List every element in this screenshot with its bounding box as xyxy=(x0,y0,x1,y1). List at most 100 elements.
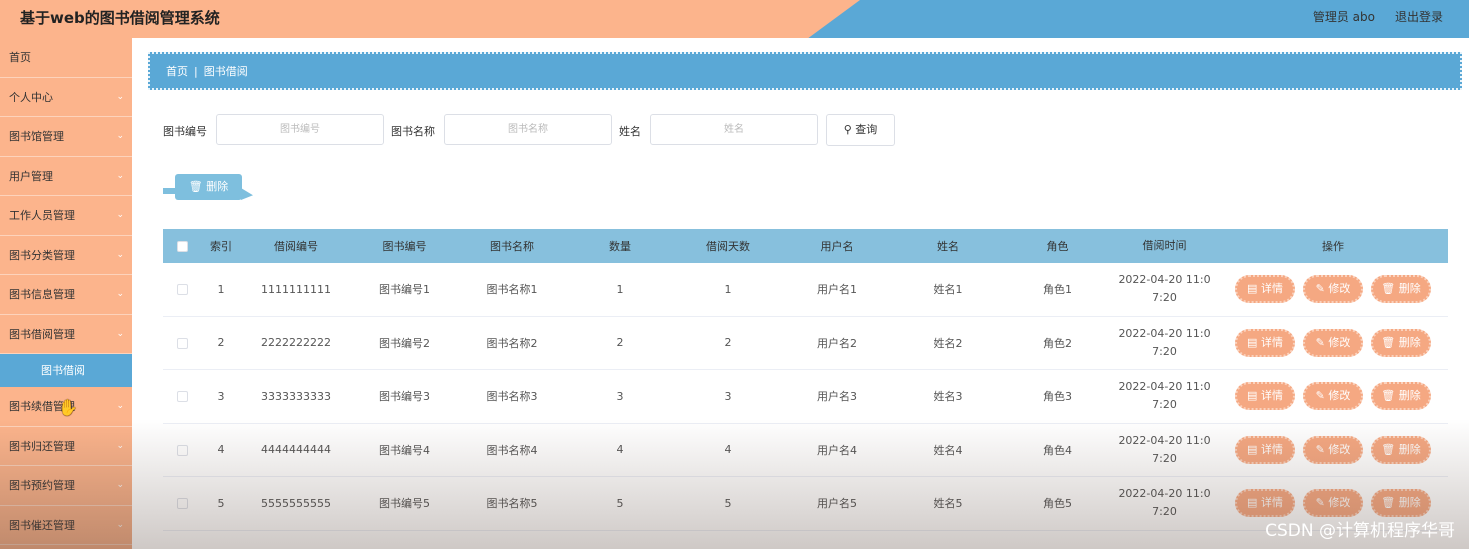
detail-button[interactable]: ▤ 详情 xyxy=(1235,435,1295,464)
row-checkbox[interactable] xyxy=(176,444,188,456)
select-all-checkbox[interactable] xyxy=(176,241,188,252)
breadcrumb-separator: | xyxy=(194,65,198,78)
chevron-down-icon: ⌄ xyxy=(116,480,124,490)
cell-name: 姓名2 xyxy=(933,336,963,350)
cell-book-name: 图书名称5 xyxy=(486,497,538,511)
sidebar-item-label: 图书催还管理 xyxy=(9,518,75,532)
borrow-time-line: 2022-04-20 11:0 xyxy=(1118,326,1211,340)
cell-role: 角色2 xyxy=(1043,336,1072,350)
detail-button[interactable]: ▤ 详情 xyxy=(1235,275,1295,304)
delete-button[interactable]: 🗑 删除 xyxy=(1371,382,1431,411)
row-checkbox[interactable] xyxy=(176,391,188,403)
sidebar-item-label: 首页 xyxy=(9,51,31,64)
query-button[interactable]: ⚲ 查询 xyxy=(826,114,895,146)
cell-role: 角色4 xyxy=(1043,443,1072,457)
cell-quantity: 5 xyxy=(616,496,624,510)
cell-name: 姓名5 xyxy=(933,497,963,511)
borrow-table: 索引 借阅编号 图书编号 图书名称 数量 借阅天数 用户名 姓名 角色 借阅时间… xyxy=(163,229,1448,531)
column-header: 用户名 xyxy=(820,240,854,253)
chevron-down-icon: ⌄ xyxy=(116,131,124,141)
delete-button[interactable]: 🗑 删除 xyxy=(1371,435,1431,464)
sidebar-item-book-info-management[interactable]: 图书信息管理 ⌄ xyxy=(0,275,132,315)
table-row: 4 4444444444 图书编号4 图书名称4 4 4 用户名4 姓名4 角色4 2022-04… xyxy=(163,424,1448,477)
sidebar-item-label: 图书归还管理 xyxy=(9,439,75,453)
detail-button[interactable]: ▤ 详情 xyxy=(1235,328,1295,357)
trash-icon: 🗑 xyxy=(1381,335,1396,349)
detail-button-label: 详情 xyxy=(1260,389,1283,403)
delete-button[interactable]: 🗑 删除 xyxy=(1371,275,1431,304)
detail-button[interactable]: ▤ 详情 xyxy=(1235,489,1295,518)
borrow-time-line: 7:20 xyxy=(1152,344,1177,358)
edit-button[interactable]: ✎ 修改 xyxy=(1303,489,1363,518)
pencil-icon: ✎ xyxy=(1315,442,1325,456)
sidebar-item-label: 用户管理 xyxy=(9,169,53,183)
name-label: 姓名 xyxy=(619,125,641,138)
cell-book-name: 图书名称4 xyxy=(486,443,538,457)
trash-icon: 🗑 xyxy=(1381,442,1396,456)
sidebar-item-reminder-management[interactable]: 图书催还管理 ⌄ xyxy=(0,506,132,545)
row-checkbox[interactable] xyxy=(176,284,188,296)
cell-actions: ▤ 详情 ✎ 修改 🗑 删除 xyxy=(1218,435,1448,464)
sidebar-item-category-management[interactable]: 图书分类管理 ⌄ xyxy=(0,236,132,275)
edit-button[interactable]: ✎ 修改 xyxy=(1303,435,1363,464)
book-no-input[interactable] xyxy=(216,114,384,145)
chevron-down-icon: ⌄ xyxy=(116,519,124,530)
sidebar-item-user-management[interactable]: 用户管理 ⌄ xyxy=(0,157,132,196)
cell-borrow-no: 2222222222 xyxy=(261,336,331,350)
borrow-time-line: 2022-04-20 11:0 xyxy=(1118,380,1211,394)
delete-button[interactable]: 🗑 删除 xyxy=(1371,489,1431,518)
sidebar-item-borrow-management[interactable]: 图书借阅管理 ⌄ xyxy=(0,315,132,354)
current-user: 管理员 abo xyxy=(1312,10,1375,24)
logout-link[interactable]: 退出登录 xyxy=(1395,8,1443,25)
document-icon: ▤ xyxy=(1247,335,1258,349)
sidebar-item-label: 图书借阅管理 xyxy=(9,327,75,341)
trash-icon: 🗑 xyxy=(1381,282,1396,296)
borrow-time-line: 2022-04-20 11:0 xyxy=(1118,273,1211,287)
cell-borrow-time: 2022-04-20 11:0 7:20 xyxy=(1111,485,1218,521)
cell-borrow-days: 5 xyxy=(724,496,732,510)
detail-button[interactable]: ▤ 详情 xyxy=(1235,382,1295,411)
sidebar-item-label: 图书分类管理 xyxy=(9,248,75,262)
borrow-time-line: 7:20 xyxy=(1152,398,1177,412)
cell-username: 用户名1 xyxy=(817,283,857,297)
breadcrumb-home[interactable]: 首页 xyxy=(166,65,188,78)
sidebar-item-return-management[interactable]: 图书归还管理 ⌄ xyxy=(0,427,132,466)
watermark: CSDN @计算机程序华哥 xyxy=(1265,521,1455,541)
sidebar-subitem-book-borrow[interactable]: 图书借阅 xyxy=(0,354,132,387)
document-icon: ▤ xyxy=(1247,389,1258,403)
row-checkbox[interactable] xyxy=(176,337,188,349)
breadcrumb: 首页 | 图书借阅 xyxy=(148,52,1462,90)
edit-button-label: 修改 xyxy=(1328,442,1351,456)
cell-book-no: 图书编号4 xyxy=(379,443,430,457)
cell-borrow-days: 1 xyxy=(724,282,732,296)
column-header: 数量 xyxy=(609,240,631,253)
mouse-cursor-icon: ✋ xyxy=(58,398,78,417)
chevron-down-icon: ⌄ xyxy=(116,91,124,102)
cell-role: 角色1 xyxy=(1043,283,1072,297)
cell-index: 1 xyxy=(217,282,225,296)
batch-delete-button[interactable]: 🗑 删除 xyxy=(163,174,242,200)
name-input[interactable] xyxy=(650,114,818,145)
app-title: 基于web的图书借阅管理系统 xyxy=(20,9,220,27)
edit-button[interactable]: ✎ 修改 xyxy=(1303,382,1363,411)
book-no-label: 图书编号 xyxy=(163,125,207,138)
book-name-input[interactable] xyxy=(444,114,612,145)
sidebar-item-staff-management[interactable]: 工作人员管理 ⌄ xyxy=(0,196,132,236)
table-row: 5 5555555555 图书编号5 图书名称5 5 5 用户名5 姓名5 角色5 2022-04… xyxy=(163,477,1448,531)
edit-button[interactable]: ✎ 修改 xyxy=(1303,275,1363,304)
trash-icon: 🗑 xyxy=(1381,389,1396,403)
delete-button[interactable]: 🗑 删除 xyxy=(1371,328,1431,357)
sidebar-item-personal-center[interactable]: 个人中心 ⌄ xyxy=(0,78,132,117)
sidebar-item-home[interactable]: 首页 xyxy=(0,38,132,78)
row-checkbox[interactable] xyxy=(176,498,188,510)
cell-name: 姓名4 xyxy=(933,443,963,457)
cell-borrow-days: 4 xyxy=(724,443,732,457)
breadcrumb-current: 图书借阅 xyxy=(203,65,248,78)
sidebar-item-reservation-management[interactable]: 图书预约管理 ⌄ xyxy=(0,466,132,506)
chevron-down-icon: ⌄ xyxy=(116,328,124,339)
edit-button[interactable]: ✎ 修改 xyxy=(1303,328,1363,357)
edit-button-label: 修改 xyxy=(1328,335,1351,349)
borrow-time-line: 2022-04-20 11:0 xyxy=(1118,433,1211,447)
sidebar-item-library-management[interactable]: 图书馆管理 ⌄ xyxy=(0,117,132,157)
cell-name: 姓名1 xyxy=(933,283,963,297)
